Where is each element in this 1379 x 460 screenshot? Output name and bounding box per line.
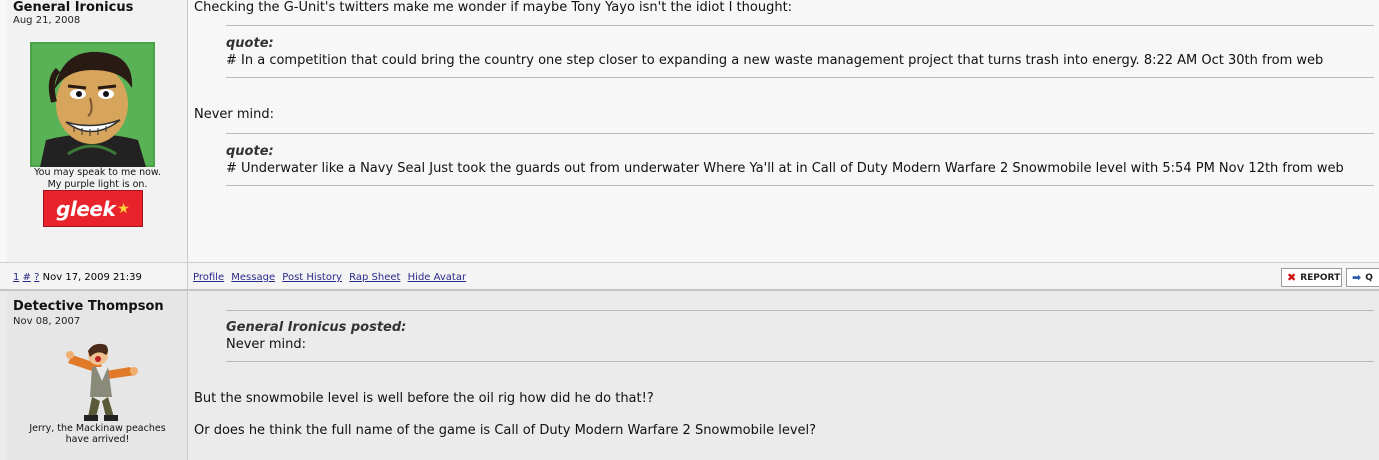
gleek-badge: gleek ★ xyxy=(43,190,143,227)
author-avatar xyxy=(62,341,142,423)
profile-links: Profile Message Post History Rap Sheet H… xyxy=(193,272,470,283)
quote-attribution: General Ironicus posted: xyxy=(226,320,407,335)
post-general-ironicus: General Ironicus Aug 21, 2008 You may sp… xyxy=(0,0,1379,262)
report-x-icon: ✖ xyxy=(1287,271,1297,284)
post-author-sidebar: General Ironicus Aug 21, 2008 You may sp… xyxy=(7,0,188,262)
post-author-sidebar: Detective Thompson Nov 08, 2007 Jerry, t… xyxy=(7,291,188,460)
post-intro-text: Checking the G-Unit's twitters make me w… xyxy=(194,0,793,15)
post-text-line2: Or does he think the full name of the ga… xyxy=(194,423,817,438)
post-meta: 1 # ? Nov 17, 2009 21:39 xyxy=(7,263,188,290)
author-avatar xyxy=(30,42,155,167)
quote-button[interactable]: ➡ Q xyxy=(1346,268,1379,287)
star-icon: ★ xyxy=(117,200,130,217)
quote-text: # Underwater like a Navy Seal Just took … xyxy=(226,161,1344,176)
post-footer: 1 # ? Nov 17, 2009 21:39 Profile Message… xyxy=(0,262,1379,291)
post-middle-text: Never mind: xyxy=(194,107,275,122)
avatar-caption-line2: have arrived! xyxy=(65,434,130,445)
quote-arrow-icon: ➡ xyxy=(1352,271,1362,284)
quote-block: General Ironicus posted: Never mind: xyxy=(226,310,1374,362)
message-link[interactable]: Message xyxy=(231,272,275,283)
quote-text: # In a competition that could bring the … xyxy=(226,53,1324,68)
author-username[interactable]: General Ironicus xyxy=(13,0,133,15)
quote-label: quote: xyxy=(226,36,274,51)
post-permalink[interactable]: # xyxy=(23,272,31,283)
post-timestamp: Nov 17, 2009 21:39 xyxy=(42,272,142,283)
author-join-date: Aug 21, 2008 xyxy=(13,15,81,26)
hide-avatar-link[interactable]: Hide Avatar xyxy=(408,272,466,283)
author-join-date: Nov 08, 2007 xyxy=(13,316,81,327)
avatar-caption-line1: You may speak to me now. xyxy=(34,167,161,178)
profile-link[interactable]: Profile xyxy=(193,272,224,283)
gleek-badge-text: gleek xyxy=(56,196,116,221)
post-help-link[interactable]: ? xyxy=(34,272,39,283)
report-button-label: REPORT xyxy=(1300,272,1341,283)
quote-label: quote: xyxy=(226,144,274,159)
post-detective-thompson: Detective Thompson Nov 08, 2007 Jerry, t… xyxy=(0,291,1379,460)
quote-text: Never mind: xyxy=(226,337,307,352)
author-username[interactable]: Detective Thompson xyxy=(13,299,164,314)
post-text-line1: But the snowmobile level is well before … xyxy=(194,391,654,406)
report-button[interactable]: ✖ REPORT xyxy=(1281,268,1342,287)
rap-sheet-link[interactable]: Rap Sheet xyxy=(349,272,400,283)
post-number-link[interactable]: 1 xyxy=(13,272,19,283)
quote-button-label: Q xyxy=(1365,272,1373,283)
quote-block-2: quote: # Underwater like a Navy Seal Jus… xyxy=(226,133,1374,186)
post-history-link[interactable]: Post History xyxy=(282,272,342,283)
quote-block-1: quote: # In a competition that could bri… xyxy=(226,25,1374,78)
